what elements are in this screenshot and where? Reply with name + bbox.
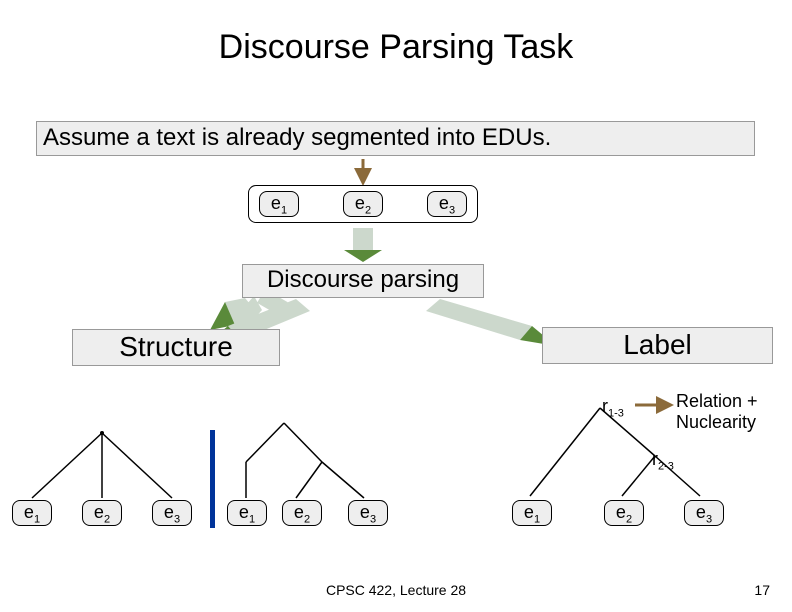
tree-left-branch xyxy=(224,420,424,510)
label-label: Label xyxy=(542,327,773,364)
tree-label xyxy=(500,396,760,506)
discourse-parsing-label: Discourse parsing xyxy=(242,264,484,298)
tree2-e3: e3 xyxy=(348,500,388,526)
tree3-e3: e3 xyxy=(684,500,724,526)
tree2-e1: e1 xyxy=(227,500,267,526)
tree2-e2: e2 xyxy=(282,500,322,526)
edu-e3: e3 xyxy=(427,191,467,217)
edu-e1: e1 xyxy=(259,191,299,217)
structure-label: Structure xyxy=(72,329,280,366)
footer-center: CPSC 422, Lecture 28 xyxy=(0,582,792,598)
slide-number: 17 xyxy=(754,582,770,598)
tree3-e2: e2 xyxy=(604,500,644,526)
slide-title: Discourse Parsing Task xyxy=(0,28,792,67)
tree1-e2: e2 xyxy=(82,500,122,526)
tree1-e3: e3 xyxy=(152,500,192,526)
edu-e2: e2 xyxy=(343,191,383,217)
separator-bar xyxy=(210,430,215,528)
tree3-e1: e1 xyxy=(512,500,552,526)
tree-flat xyxy=(10,430,195,510)
assume-text: Assume a text is already segmented into … xyxy=(36,121,755,156)
tree1-e1: e1 xyxy=(12,500,52,526)
